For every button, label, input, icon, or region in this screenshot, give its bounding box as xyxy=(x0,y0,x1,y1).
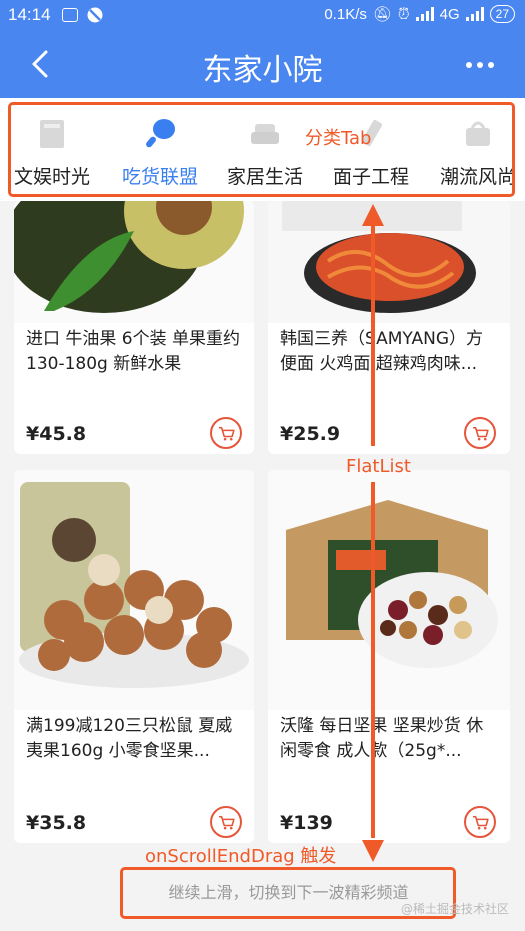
signal-icon xyxy=(415,7,434,21)
page-title: 东家小院 xyxy=(202,53,323,88)
add-to-cart-icon[interactable] xyxy=(464,417,496,449)
product-price: ¥25.9 xyxy=(280,423,341,445)
product-card[interactable]: 进口 牛油果 6个装 单果重约130-180g 新鲜水果 ¥45.8 xyxy=(14,201,254,454)
tab-annotation-label: 分类Tab xyxy=(305,128,372,149)
nav-bar: 东家小院 xyxy=(0,31,525,98)
signal-icon-2 xyxy=(465,7,484,21)
add-to-cart-icon[interactable] xyxy=(464,806,496,838)
network-speed: 0.1K/s xyxy=(324,5,367,23)
flatlist-arrow xyxy=(362,204,384,862)
avocado-image xyxy=(14,201,254,323)
block-icon xyxy=(87,7,103,23)
macadamia-image xyxy=(14,470,254,710)
more-icon[interactable] xyxy=(465,61,495,69)
add-to-cart-icon[interactable] xyxy=(210,806,242,838)
network-type: 4G xyxy=(439,5,460,23)
watermark: @稀土掘金技术社区 xyxy=(400,902,509,916)
battery-icon: 27 xyxy=(489,5,515,23)
mute-icon: 🔕︎ xyxy=(372,6,392,23)
product-name: 满199减120三只松鼠 夏威夷果160g 小零食坚果... xyxy=(26,716,233,761)
status-time: 14:14 xyxy=(8,5,51,24)
flatlist-annotation-label: FlatList xyxy=(346,456,411,477)
add-to-cart-icon[interactable] xyxy=(210,417,242,449)
scroll-annotation-label: onScrollEndDrag 触发 xyxy=(145,846,337,867)
notification-icon xyxy=(62,8,78,22)
product-price: ¥45.8 xyxy=(26,423,87,445)
product-card[interactable]: 满199减120三只松鼠 夏威夷果160g 小零食坚果... ¥35.8 xyxy=(14,470,254,843)
tab-annotation-box xyxy=(8,102,515,197)
alarm-icon: ⏰︎ xyxy=(397,5,410,23)
status-bar: 14:14 0.1K/s 🔕︎ ⏰︎ 4G 27 xyxy=(0,0,525,31)
status-right: 0.1K/s 🔕︎ ⏰︎ 4G 27 xyxy=(324,5,515,23)
product-price: ¥35.8 xyxy=(26,812,87,834)
product-price: ¥139 xyxy=(280,812,333,834)
product-name: 进口 牛油果 6个装 单果重约130-180g 新鲜水果 xyxy=(26,329,241,374)
